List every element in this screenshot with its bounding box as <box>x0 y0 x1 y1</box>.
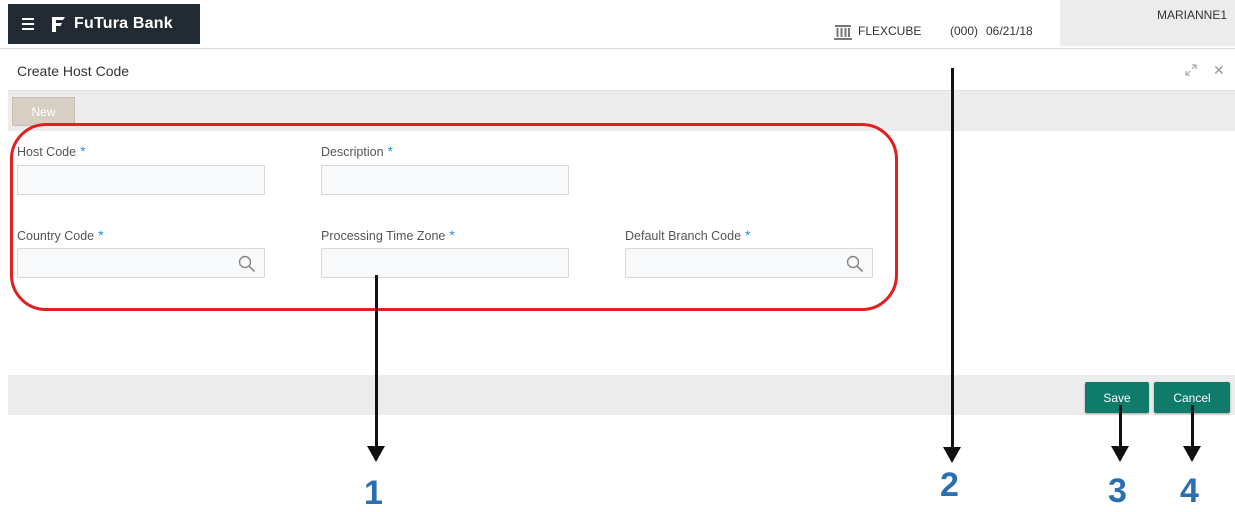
username: MARIANNE1 <box>1156 8 1227 22</box>
callout-2-arrowhead <box>943 447 961 463</box>
form-highlight-outline <box>10 123 898 311</box>
new-button[interactable]: New <box>12 97 75 126</box>
hamburger-icon[interactable] <box>22 17 34 32</box>
callout-3-number: 3 <box>1108 472 1127 510</box>
bank-icon <box>834 25 852 40</box>
close-icon[interactable]: ✕ <box>1213 63 1225 77</box>
callout-1-number: 1 <box>364 474 383 512</box>
callout-3-line <box>1119 405 1122 447</box>
callout-4-number: 4 <box>1180 472 1199 510</box>
callout-1-arrowhead <box>367 446 385 462</box>
brand-bar: FuTura Bank <box>8 4 200 44</box>
minimize-icon[interactable] <box>1185 64 1197 76</box>
top-bar: FuTura Bank FLEXCUBE (000) 06/21/18 MARI… <box>0 0 1235 49</box>
branch-code: (000) <box>950 24 979 38</box>
callout-2-number: 2 <box>940 466 959 504</box>
callout-1-line <box>375 275 378 447</box>
callout-4-line <box>1191 405 1194 447</box>
brand-name: FuTura Bank <box>74 15 173 32</box>
branch-date: 06/21/18 <box>986 24 1033 38</box>
user-menu[interactable]: MARIANNE1 <box>1060 0 1235 46</box>
callout-3-arrowhead <box>1111 446 1129 462</box>
footer-bar <box>8 375 1235 415</box>
callout-4-arrowhead <box>1183 446 1201 462</box>
callout-2-line <box>951 68 954 448</box>
product-name: FLEXCUBE <box>858 24 922 38</box>
window-title: Create Host Code <box>17 63 130 79</box>
futura-logo-icon <box>52 17 65 32</box>
save-button[interactable]: Save <box>1085 382 1149 413</box>
